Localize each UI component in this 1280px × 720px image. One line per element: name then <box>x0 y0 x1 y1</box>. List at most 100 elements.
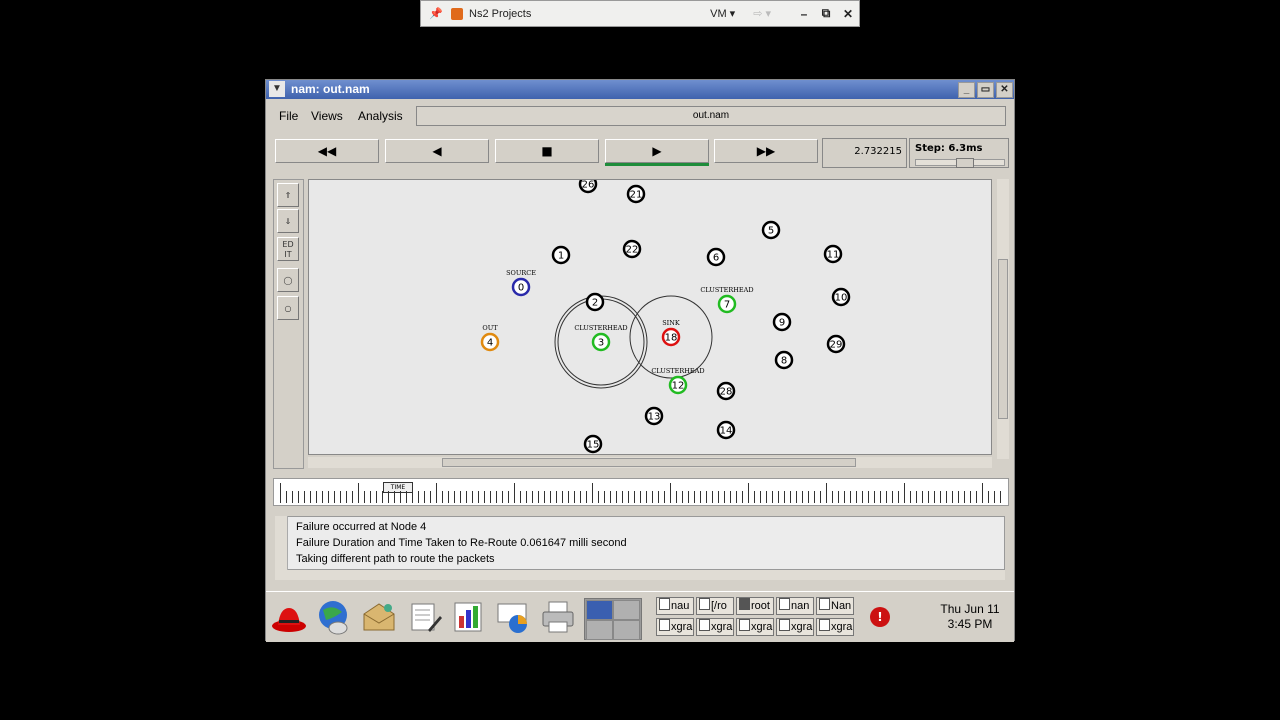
node-13[interactable]: 13 <box>644 406 664 426</box>
menu-file[interactable]: File <box>279 109 298 123</box>
task-button[interactable]: xgra <box>696 618 734 636</box>
timeline-tick <box>958 491 959 503</box>
node-circle-icon[interactable]: ◯ <box>277 268 299 292</box>
calc-icon[interactable] <box>450 598 488 636</box>
node-id-label: 7 <box>724 300 730 311</box>
log-horizontal-scrollbar[interactable] <box>275 570 1005 580</box>
alert-icon[interactable]: ! <box>870 607 890 627</box>
workspace-3[interactable] <box>586 620 613 640</box>
node-9[interactable]: 9 <box>772 312 792 332</box>
log-line: Failure Duration and Time Taken to Re-Ro… <box>296 537 627 549</box>
node-6[interactable]: 6 <box>706 247 726 267</box>
node-12[interactable]: 12 CLUSTERHEAD <box>651 367 705 395</box>
window-titlebar[interactable]: ▼ nam: out.nam _ ▭ ✕ <box>266 80 1014 99</box>
small-circle-icon[interactable]: ○ <box>277 296 299 320</box>
node-id-label: 4 <box>487 338 493 349</box>
presentation-icon[interactable] <box>494 598 532 636</box>
node-26[interactable]: 26 <box>578 180 598 194</box>
clock-time: 3:45 PM <box>947 617 993 631</box>
node-2[interactable]: 2 <box>585 292 605 312</box>
task-button[interactable]: xgra <box>816 618 854 636</box>
canvas-horizontal-scrollbar[interactable] <box>308 457 992 468</box>
node-id-label: 22 <box>626 245 639 256</box>
task-button[interactable]: xgra <box>656 618 694 636</box>
task-button[interactable]: [/ro <box>696 597 734 615</box>
zoom-out-icon[interactable]: ⇓ <box>277 209 299 233</box>
node-1[interactable]: 1 <box>551 245 571 265</box>
edit-button[interactable]: ED IT <box>277 237 299 261</box>
vm-close-button[interactable]: ✕ <box>837 7 859 21</box>
pin-icon[interactable]: 📌 <box>425 7 447 20</box>
browser-globe-icon[interactable] <box>314 598 352 636</box>
timeline-tick <box>562 491 563 503</box>
menu-analysis[interactable]: Analysis <box>358 109 403 123</box>
mail-icon[interactable] <box>360 598 398 636</box>
vm-minimize-button[interactable]: – <box>793 7 815 21</box>
task-button[interactable]: xgra <box>736 618 774 636</box>
edit-tools: ⇑ ⇓ ED IT ◯ ○ <box>273 179 304 469</box>
stop-button[interactable]: ■ <box>495 139 599 163</box>
step-slider-thumb[interactable] <box>956 158 974 168</box>
canvas-vertical-scrollbar[interactable] <box>997 179 1009 459</box>
minimize-button[interactable]: _ <box>958 82 975 98</box>
node-0[interactable]: 0 SOURCE <box>506 269 536 297</box>
task-button[interactable]: root <box>736 597 774 615</box>
node-id-label: 6 <box>713 253 719 264</box>
printer-icon[interactable] <box>539 598 577 636</box>
task-button[interactable]: nan <box>776 597 814 615</box>
node-28[interactable]: 28 <box>716 381 736 401</box>
network-canvas[interactable]: 26 21 5 1 22 6 11 0 SOURCE 7 CLUSTERHEAD 10 2 9 4 OUT 3 C… <box>308 179 992 455</box>
node-8[interactable]: 8 <box>774 350 794 370</box>
annotation-log: Failure occurred at Node 4 Failure Durat… <box>275 516 1005 570</box>
node-22[interactable]: 22 <box>622 239 642 259</box>
timeline-tick <box>748 483 749 503</box>
clock[interactable]: Thu Jun 11 3:45 PM <box>934 602 1006 632</box>
step-slider[interactable] <box>915 158 1005 168</box>
log-vertical-scrollbar[interactable] <box>275 516 288 570</box>
timeline-tick <box>640 491 641 503</box>
close-button[interactable]: ✕ <box>996 82 1013 98</box>
node-7[interactable]: 7 CLUSTERHEAD <box>700 286 754 314</box>
node-10[interactable]: 10 <box>831 287 851 307</box>
timeline-tick <box>538 491 539 503</box>
vm-logo-icon <box>451 7 463 20</box>
node-14[interactable]: 14 <box>716 420 736 440</box>
writer-icon[interactable] <box>406 598 444 636</box>
vm-menu-button[interactable]: VM ▾ <box>710 7 735 20</box>
timeline-tick <box>574 491 575 503</box>
timeline-tick <box>496 491 497 503</box>
workspace-1[interactable] <box>586 600 613 620</box>
workspace-4[interactable] <box>613 620 640 640</box>
arrow-right-icon[interactable]: ⇨ ▾ <box>753 7 771 20</box>
node-18[interactable]: 18 SINK <box>661 319 681 347</box>
task-button[interactable]: Nan <box>816 597 854 615</box>
fast-forward-button[interactable]: ▶▶ <box>714 139 818 163</box>
node-15[interactable]: 15 <box>583 434 603 454</box>
timeline-tick <box>946 491 947 503</box>
node-role-label: CLUSTERHEAD <box>574 324 627 332</box>
workspace-2[interactable] <box>613 600 640 620</box>
rewind-button[interactable]: ◀◀ <box>275 139 379 163</box>
node-5[interactable]: 5 <box>761 220 781 240</box>
step-back-button[interactable]: ◀ <box>385 139 489 163</box>
maximize-button[interactable]: ▭ <box>977 82 994 98</box>
zoom-in-icon[interactable]: ⇑ <box>277 183 299 207</box>
node-4[interactable]: 4 OUT <box>480 324 500 352</box>
redhat-icon[interactable] <box>270 598 308 636</box>
timeline-slider[interactable]: TIME <box>273 478 1009 506</box>
timeline-tick <box>364 491 365 503</box>
task-button[interactable]: xgra <box>776 618 814 636</box>
node-21[interactable]: 21 <box>626 184 646 204</box>
play-button[interactable]: ▶ <box>605 139 709 163</box>
node-11[interactable]: 11 <box>823 244 843 264</box>
menu-views[interactable]: Views <box>311 109 343 123</box>
workspace-pager[interactable] <box>584 598 642 640</box>
menubar: File Views Analysis out.nam <box>266 102 1014 128</box>
node-29[interactable]: 29 <box>826 334 846 354</box>
window-menu-chevron-icon[interactable]: ▼ <box>269 81 285 97</box>
node-3[interactable]: 3 CLUSTERHEAD <box>574 324 628 352</box>
vm-restore-button[interactable]: ⧉ <box>815 6 837 21</box>
vertical-scroll-thumb[interactable] <box>998 259 1008 419</box>
task-button[interactable]: nau <box>656 597 694 615</box>
horizontal-scroll-thumb[interactable] <box>442 458 856 467</box>
